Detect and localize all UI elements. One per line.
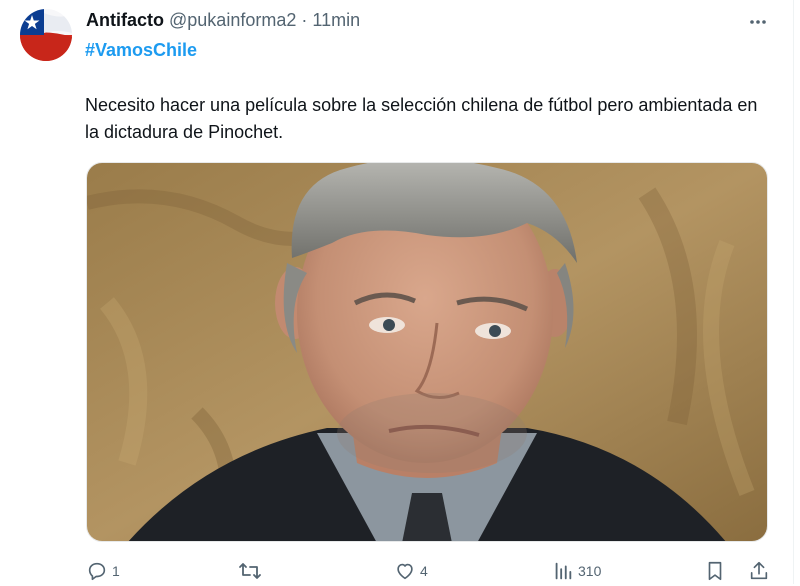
bookmark-icon <box>708 561 722 581</box>
views-count: 310 <box>578 563 602 579</box>
avatar[interactable] <box>20 9 72 61</box>
display-name[interactable]: Antifacto <box>86 10 164 30</box>
action-bar: 1 4 310 <box>0 558 800 586</box>
hashtag-link[interactable]: #VamosChile <box>85 40 197 61</box>
tweet-header: Antifacto @pukainforma2 · 11min <box>86 10 360 31</box>
timestamp[interactable]: 11min <box>312 10 360 30</box>
reply-count: 1 <box>112 563 120 579</box>
reply-icon <box>88 562 106 581</box>
retweet-icon <box>239 563 261 579</box>
share-button[interactable] <box>748 558 770 584</box>
like-button[interactable]: 4 <box>394 558 428 584</box>
bookmark-button[interactable] <box>704 558 726 584</box>
like-count: 4 <box>420 563 428 579</box>
heart-icon <box>397 563 413 580</box>
views-button[interactable]: 310 <box>552 558 601 584</box>
views-icon <box>555 562 572 580</box>
separator-dot: · <box>301 10 308 30</box>
tweet-media[interactable] <box>86 162 768 542</box>
more-dots-icon <box>750 20 766 24</box>
more-options-button[interactable] <box>744 8 772 36</box>
tweet-text: Necesito hacer una película sobre la sel… <box>85 95 758 142</box>
reply-button[interactable]: 1 <box>86 558 120 584</box>
share-icon <box>750 561 768 580</box>
column-border <box>793 0 794 584</box>
portrait-photo-icon <box>87 163 767 541</box>
user-handle[interactable]: @pukainforma2 <box>169 10 296 30</box>
chile-flag-avatar-icon <box>20 9 72 61</box>
retweet-button[interactable] <box>238 558 266 584</box>
